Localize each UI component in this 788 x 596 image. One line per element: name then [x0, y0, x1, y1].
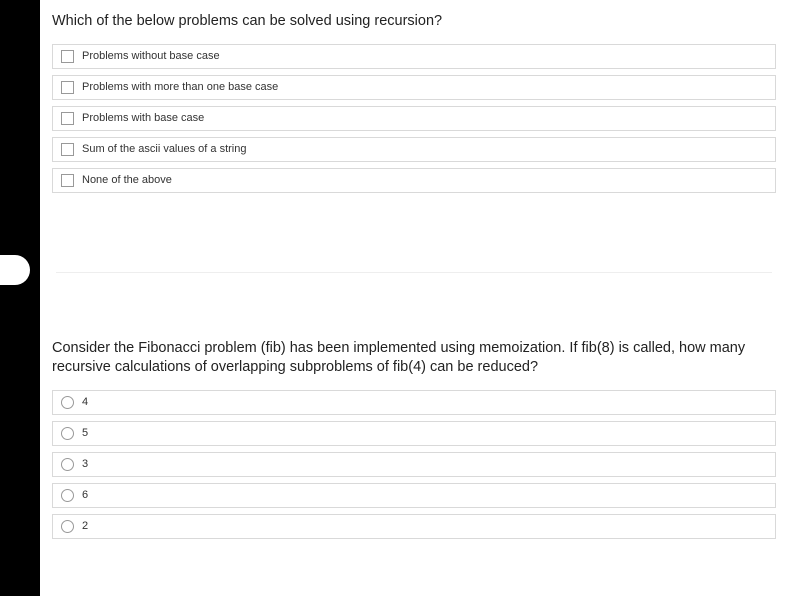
- radio-icon[interactable]: [61, 427, 74, 440]
- page-container: Which of the below problems can be solve…: [40, 0, 788, 596]
- q2-option[interactable]: 3: [52, 452, 776, 477]
- q1-options: Problems without base case Problems with…: [52, 44, 776, 193]
- q1-option[interactable]: Problems with base case: [52, 106, 776, 131]
- radio-icon[interactable]: [61, 458, 74, 471]
- checkbox-icon[interactable]: [61, 81, 74, 94]
- q2-option[interactable]: 2: [52, 514, 776, 539]
- q2-prompt: Consider the Fibonacci problem (fib) has…: [52, 339, 776, 378]
- option-label: 5: [82, 427, 88, 439]
- option-label: Sum of the ascii values of a string: [82, 143, 246, 155]
- option-label: 2: [82, 520, 88, 532]
- q1-option[interactable]: Sum of the ascii values of a string: [52, 137, 776, 162]
- side-bump: [0, 255, 30, 285]
- radio-icon[interactable]: [61, 396, 74, 409]
- option-label: Problems with base case: [82, 112, 204, 124]
- checkbox-icon[interactable]: [61, 143, 74, 156]
- option-label: Problems without base case: [82, 50, 220, 62]
- q1-option[interactable]: Problems with more than one base case: [52, 75, 776, 100]
- q1-option[interactable]: Problems without base case: [52, 44, 776, 69]
- radio-icon[interactable]: [61, 489, 74, 502]
- checkbox-icon[interactable]: [61, 174, 74, 187]
- q2-option[interactable]: 4: [52, 390, 776, 415]
- q2-option[interactable]: 5: [52, 421, 776, 446]
- radio-icon[interactable]: [61, 520, 74, 533]
- option-label: None of the above: [82, 174, 172, 186]
- option-label: 4: [82, 396, 88, 408]
- q2-options: 4 5 3 6 2: [52, 390, 776, 539]
- checkbox-icon[interactable]: [61, 112, 74, 125]
- option-label: 3: [82, 458, 88, 470]
- option-label: Problems with more than one base case: [82, 81, 278, 93]
- checkbox-icon[interactable]: [61, 50, 74, 63]
- divider: [56, 203, 772, 273]
- q2-option[interactable]: 6: [52, 483, 776, 508]
- option-label: 6: [82, 489, 88, 501]
- q1-option[interactable]: None of the above: [52, 168, 776, 193]
- spacer: [52, 273, 776, 335]
- q1-prompt: Which of the below problems can be solve…: [52, 12, 776, 32]
